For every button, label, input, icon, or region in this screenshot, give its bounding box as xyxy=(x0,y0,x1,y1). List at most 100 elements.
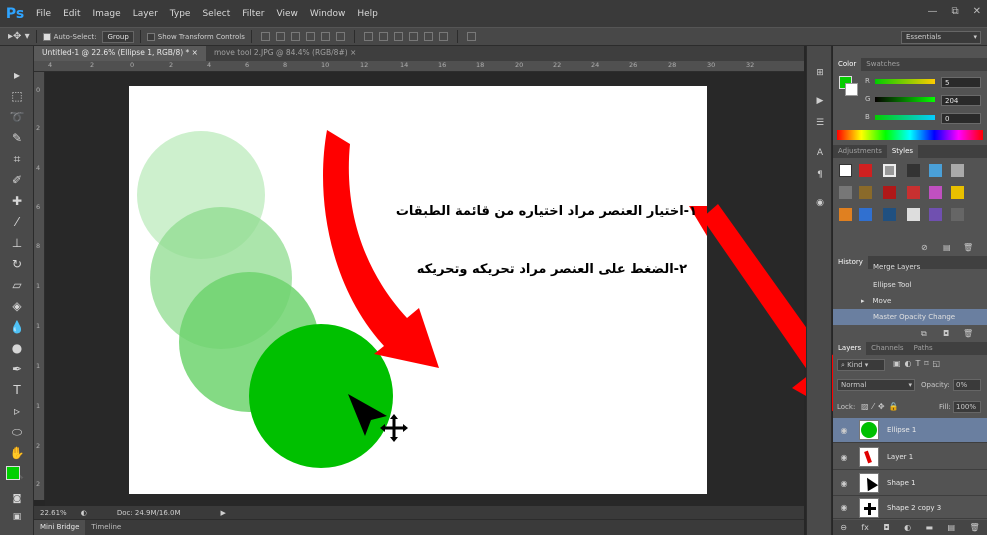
menu-edit[interactable]: Edit xyxy=(57,9,86,19)
tab-layers[interactable]: Layers xyxy=(833,342,867,355)
style-swatch[interactable] xyxy=(907,186,920,199)
lasso-tool-icon[interactable]: ➰ xyxy=(8,108,26,126)
layer-row-selected[interactable]: ◉ Ellipse 1 xyxy=(833,418,987,443)
quick-mask-icon[interactable]: ◙ xyxy=(8,490,26,508)
align-left-icon[interactable] xyxy=(305,32,315,41)
snapshot-icon[interactable]: ⧉ xyxy=(921,329,927,339)
distribute-bottom-icon[interactable] xyxy=(393,32,403,41)
fill-input[interactable]: 100% xyxy=(953,401,981,413)
visibility-eye-icon[interactable]: ◉ xyxy=(833,453,855,462)
align-right-icon[interactable] xyxy=(335,32,345,41)
new-style-icon[interactable]: ▤ xyxy=(943,243,951,252)
blur-tool-icon[interactable]: 💧 xyxy=(8,318,26,336)
style-swatch[interactable] xyxy=(883,208,896,221)
align-bottom-icon[interactable] xyxy=(290,32,300,41)
paint-bucket-tool-icon[interactable]: ◈ xyxy=(8,297,26,315)
close-button[interactable]: ✕ xyxy=(973,6,981,17)
menu-filter[interactable]: Filter xyxy=(236,9,270,19)
character-panel-icon[interactable]: A xyxy=(814,148,826,160)
visibility-eye-icon[interactable]: ◉ xyxy=(833,503,855,512)
tab-move-tool-2[interactable]: move tool 2.JPG @ 84.4% (RGB/8#) × xyxy=(206,46,364,61)
marquee-tool-icon[interactable]: ⬚ xyxy=(8,87,26,105)
history-panel-icon[interactable]: ⊞ xyxy=(814,68,826,80)
style-swatch[interactable] xyxy=(883,186,896,199)
hand-tool-icon[interactable]: ✋ xyxy=(8,444,26,462)
add-mask-icon[interactable]: ◘ xyxy=(883,523,889,532)
style-swatch[interactable] xyxy=(951,186,964,199)
style-swatch[interactable] xyxy=(951,208,964,221)
tab-swatches[interactable]: Swatches xyxy=(861,58,904,71)
tab-untitled-1[interactable]: Untitled-1 @ 22.6% (Ellipse 1, RGB/8) * … xyxy=(34,46,206,61)
menu-image[interactable]: Image xyxy=(87,9,127,19)
eraser-tool-icon[interactable]: ▱ xyxy=(8,276,26,294)
adjustment-layer-icon[interactable]: ◐ xyxy=(904,523,911,532)
r-slider[interactable] xyxy=(875,79,935,84)
show-transform-checkbox[interactable] xyxy=(146,32,155,41)
style-swatch[interactable] xyxy=(907,208,920,221)
opacity-input[interactable]: 0% xyxy=(953,379,981,391)
history-item[interactable]: Merge Layers xyxy=(833,263,987,271)
foreground-color-swatch[interactable] xyxy=(6,466,20,480)
document-canvas[interactable]: ١-اختيار العنصر مراد اختياره من قائمة ال… xyxy=(129,86,707,494)
align-top-icon[interactable] xyxy=(260,32,270,41)
minimize-button[interactable]: — xyxy=(927,6,937,17)
g-slider[interactable] xyxy=(875,97,935,102)
auto-select-dropdown[interactable]: Group xyxy=(102,30,134,43)
fx-icon[interactable]: fx xyxy=(861,523,869,532)
status-icon[interactable]: ◐ xyxy=(81,509,87,517)
tab-mini-bridge[interactable]: Mini Bridge xyxy=(34,520,86,535)
brush-panel-icon[interactable]: ◉ xyxy=(814,198,826,210)
style-swatch[interactable] xyxy=(859,164,872,177)
style-swatch[interactable] xyxy=(929,208,942,221)
delete-layer-icon[interactable]: 🗑 xyxy=(970,523,980,532)
zoom-level[interactable]: 22.61% xyxy=(40,509,67,517)
b-slider[interactable] xyxy=(875,115,935,120)
g-value-input[interactable]: 204 xyxy=(941,95,981,106)
status-menu-arrow-icon[interactable]: ▶ xyxy=(221,509,226,517)
style-swatch[interactable] xyxy=(859,208,872,221)
history-item[interactable]: Ellipse Tool xyxy=(833,277,987,293)
actions-panel-icon[interactable]: ▶ xyxy=(814,96,826,108)
style-swatch[interactable] xyxy=(907,164,920,177)
blend-mode-dropdown[interactable]: Normal ▾ xyxy=(837,379,915,391)
style-swatch[interactable] xyxy=(883,164,896,177)
clear-style-icon[interactable]: ⊘ xyxy=(921,243,928,252)
style-swatch[interactable] xyxy=(951,164,964,177)
align-hcenter-icon[interactable] xyxy=(320,32,330,41)
restore-button[interactable]: ⧉ xyxy=(951,6,958,17)
stamp-tool-icon[interactable]: ⊥ xyxy=(8,234,26,252)
workspace-dropdown[interactable]: Essentials ▾ xyxy=(901,31,981,44)
layer-row[interactable]: ◉ Shape 1 xyxy=(833,471,987,496)
b-value-input[interactable]: 0 xyxy=(941,113,981,124)
new-group-icon[interactable]: ▬ xyxy=(926,523,934,532)
new-layer-icon[interactable]: ▤ xyxy=(948,523,956,532)
style-swatch[interactable] xyxy=(839,208,852,221)
color-background-swatch[interactable] xyxy=(845,83,858,96)
auto-align-icon[interactable] xyxy=(466,32,476,41)
style-swatch[interactable] xyxy=(839,164,852,177)
camera-icon[interactable]: ◘ xyxy=(943,329,949,338)
auto-select-checkbox[interactable] xyxy=(42,32,54,41)
distribute-right-icon[interactable] xyxy=(438,32,448,41)
paragraph-panel-icon[interactable]: ¶ xyxy=(814,170,826,182)
move-tool-preset-icon[interactable]: ▸✥ ▾ xyxy=(8,31,30,42)
eyedropper-tool-icon[interactable]: ✐ xyxy=(8,171,26,189)
history-brush-tool-icon[interactable]: ↻ xyxy=(8,255,26,273)
tab-styles[interactable]: Styles xyxy=(886,145,919,158)
layer-row[interactable]: ◉ Layer 1 xyxy=(833,445,987,470)
quick-select-tool-icon[interactable]: ✎ xyxy=(8,129,26,147)
menu-view[interactable]: View xyxy=(271,9,304,19)
crop-tool-icon[interactable]: ⌗ xyxy=(8,150,26,168)
healing-tool-icon[interactable]: ✚ xyxy=(8,192,26,210)
style-swatch[interactable] xyxy=(859,186,872,199)
delete-style-icon[interactable]: 🗑 xyxy=(963,243,973,252)
tab-timeline[interactable]: Timeline xyxy=(85,520,127,535)
layer-row[interactable]: ◉ Shape 2 copy 3 xyxy=(833,497,987,519)
trash-icon[interactable]: 🗑 xyxy=(963,329,973,338)
menu-layer[interactable]: Layer xyxy=(127,9,164,19)
distribute-hcenter-icon[interactable] xyxy=(423,32,433,41)
align-vcenter-icon[interactable] xyxy=(275,32,285,41)
menu-type[interactable]: Type xyxy=(164,9,197,19)
tab-color[interactable]: Color xyxy=(833,58,862,71)
tab-paths[interactable]: Paths xyxy=(909,342,938,355)
